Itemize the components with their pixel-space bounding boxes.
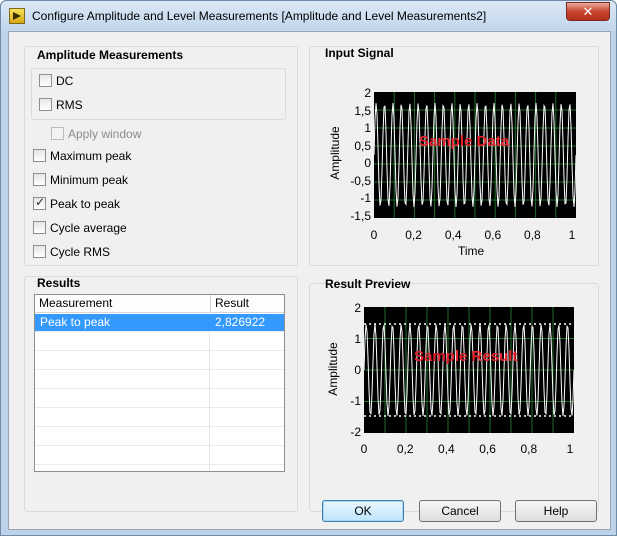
table-cell-result: 2,826922 (215, 315, 266, 329)
input-signal-y-tick-label: 1 (364, 121, 371, 135)
apply-window-checkbox[interactable] (51, 127, 64, 141)
ok-button[interactable]: OK (322, 500, 404, 522)
peak-to-peak-label: Peak to peak (50, 196, 121, 211)
input-signal-sample-label: Sample Data (419, 133, 510, 150)
input-signal-y-axis-label: Amplitude (328, 126, 342, 180)
result-preview-x-tick-label: 0 (360, 442, 368, 456)
cycle-average-checkbox-row[interactable]: Cycle average (33, 220, 127, 236)
dc-label: DC (56, 73, 74, 88)
rms-label: RMS (56, 97, 83, 112)
table-row-empty[interactable] (35, 352, 284, 370)
table-row-empty[interactable] (35, 447, 284, 465)
results-title: Results (37, 276, 81, 290)
table-row-empty[interactable] (35, 390, 284, 408)
table-header-result[interactable]: Result (210, 295, 284, 313)
dialog-client-area: Amplitude Measurements DC RMS Apply wind… (8, 31, 611, 530)
labview-app-icon (9, 8, 25, 24)
help-button[interactable]: Help (515, 500, 597, 522)
close-button[interactable]: ✕ (566, 2, 610, 21)
dc-checkbox[interactable] (39, 74, 52, 88)
input-signal-x-tick-label: 0,4 (444, 228, 462, 242)
table-row-empty[interactable] (35, 409, 284, 427)
result-preview-y-axis-label: Amplitude (326, 342, 340, 396)
table-row-empty[interactable] (35, 428, 284, 446)
input-signal-y-tick-label: 1,5 (354, 103, 371, 118)
input-signal-x-tick-label: 0,6 (484, 228, 502, 242)
input-signal-y-tick-label: 2 (364, 86, 371, 100)
table-row-empty[interactable] (35, 371, 284, 389)
input-signal-y-tick-label: -0,5 (350, 173, 371, 188)
input-signal-x-axis-label: Time (458, 244, 485, 258)
maximum-peak-label: Maximum peak (50, 148, 132, 163)
input-signal-plot[interactable] (374, 92, 576, 218)
peak-to-peak-checkbox-row[interactable]: Peak to peak (33, 195, 121, 212)
result-preview-y-tick-label: -2 (350, 425, 361, 439)
dc-checkbox-row[interactable]: DC (39, 73, 73, 89)
apply-window-checkbox-row[interactable]: Apply window (51, 126, 141, 142)
input-signal-x-tick-label: 0,2 (405, 228, 422, 242)
result-preview-plot[interactable] (364, 307, 574, 433)
result-preview-x-tick-label: 0,2 (396, 442, 414, 456)
window-title: Configure Amplitude and Level Measuremen… (32, 9, 487, 23)
rms-checkbox[interactable] (39, 98, 52, 112)
amplitude-measurements-title: Amplitude Measurements (37, 48, 184, 62)
result-preview-plot-svg (364, 307, 574, 433)
cycle-rms-label: Cycle RMS (50, 244, 111, 259)
cycle-average-checkbox[interactable] (33, 221, 46, 235)
result-preview-y-tick-label: 2 (354, 301, 361, 315)
cycle-rms-checkbox-row[interactable]: Cycle RMS (33, 244, 110, 260)
result-preview-sample-label: Sample Result (414, 348, 518, 365)
minimum-peak-checkbox-row[interactable]: Minimum peak (33, 172, 128, 188)
input-signal-plot-svg (374, 92, 576, 218)
peak-to-peak-checkbox[interactable] (33, 195, 46, 211)
dialog-window: Configure Amplitude and Level Measuremen… (0, 0, 617, 536)
maximum-peak-checkbox-row[interactable]: Maximum peak (33, 148, 131, 164)
results-table[interactable]: Measurement Result Peak to peak 2,826922 (34, 294, 285, 472)
result-preview-x-tick-label: 0,4 (438, 442, 455, 456)
result-preview-title: Result Preview (325, 277, 411, 291)
table-cell-measurement: Peak to peak (40, 315, 111, 329)
result-preview-x-tick-label: 0,8 (520, 442, 538, 456)
input-signal-y-tick-label: -1,5 (350, 208, 371, 223)
input-signal-x-tick-label: 0,8 (524, 228, 541, 242)
apply-window-label: Apply window (68, 126, 142, 141)
input-signal-y-tick-label: 0 (364, 156, 371, 170)
minimum-peak-label: Minimum peak (50, 172, 129, 187)
input-signal-y-tick-label: -1 (360, 191, 371, 205)
result-preview-x-tick-label: 0,6 (479, 442, 496, 456)
rms-checkbox-row[interactable]: RMS (39, 97, 83, 113)
cycle-rms-checkbox[interactable] (33, 245, 46, 259)
table-column-divider (209, 333, 210, 471)
table-row[interactable]: Peak to peak 2,826922 (35, 314, 284, 332)
input-signal-y-tick-label: 0,5 (354, 138, 371, 153)
cycle-average-label: Cycle average (50, 220, 127, 235)
title-bar[interactable]: Configure Amplitude and Level Measuremen… (1, 1, 616, 31)
table-header-measurement[interactable]: Measurement (35, 295, 210, 313)
table-row-empty[interactable] (35, 333, 284, 351)
input-signal-x-tick-label: 1 (568, 228, 576, 242)
result-preview-x-tick-label: 1 (566, 442, 574, 456)
minimum-peak-checkbox[interactable] (33, 173, 46, 187)
maximum-peak-checkbox[interactable] (33, 149, 46, 163)
input-signal-title: Input Signal (325, 46, 394, 60)
cancel-button[interactable]: Cancel (419, 500, 501, 522)
input-signal-x-tick-label: 0 (370, 228, 378, 242)
